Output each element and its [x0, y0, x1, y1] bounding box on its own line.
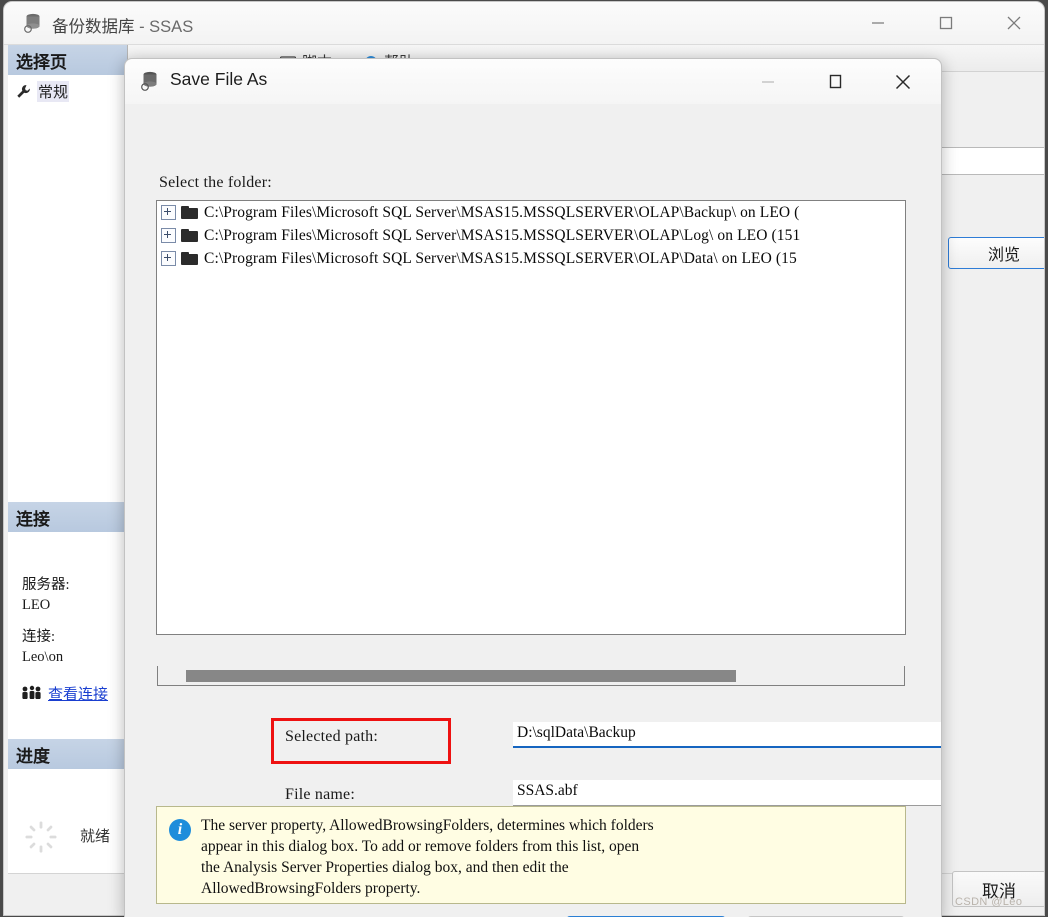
folder-icon [181, 229, 198, 242]
progress-status-text: 就绪 [80, 829, 111, 845]
info-icon: i [169, 819, 191, 841]
sidebar-server-value: LEO [22, 597, 51, 613]
dialog-body: Select the folder: C:\Program Files\Micr… [125, 104, 941, 917]
screen: 备份数据库 - SSAS 脚本 ? 帮助 浏览 [0, 0, 1048, 917]
view-connection-link[interactable]: 查看连接 [48, 683, 108, 704]
sidebar-connection-header: 连接 [8, 502, 127, 532]
info-message-box: i The server property, AllowedBrowsingFo… [156, 806, 906, 904]
tree-item-label: C:\Program Files\Microsoft SQL Server\MS… [204, 203, 800, 221]
dialog-titlebar: Save File As [125, 59, 941, 104]
sidebar-select-page-header: 选择页 [8, 45, 127, 75]
browse-button[interactable]: 浏览 [948, 237, 1044, 269]
expand-plus-icon[interactable] [161, 228, 176, 243]
expand-plus-icon[interactable] [161, 251, 176, 266]
tree-row[interactable]: C:\Program Files\Microsoft SQL Server\MS… [157, 247, 905, 270]
background-title-sub: SSAS [149, 18, 194, 36]
wrench-icon [16, 84, 31, 99]
select-folder-label: Select the folder: [159, 174, 272, 191]
sidebar-connection-label: 连接: [22, 629, 56, 645]
background-window-title: 备份数据库 - SSAS [52, 13, 193, 37]
background-title-separator: - [134, 18, 150, 36]
expand-plus-icon[interactable] [161, 205, 176, 220]
sidebar-progress-header: 进度 [8, 739, 127, 769]
dialog-title: Save File As [170, 69, 268, 89]
background-close-button[interactable] [984, 2, 1044, 44]
sidebar-connection-value: Leo\on [22, 649, 64, 665]
background-window-titlebar: 备份数据库 - SSAS [4, 2, 1044, 45]
save-file-as-dialog: Save File As Select the folder: C:\Progr… [124, 58, 942, 917]
tree-row[interactable]: C:\Program Files\Microsoft SQL Server\MS… [157, 224, 905, 247]
info-message-text: The server property, AllowedBrowsingFold… [201, 817, 654, 897]
horizontal-scrollbar[interactable] [157, 666, 905, 686]
tree-row[interactable]: C:\Program Files\Microsoft SQL Server\MS… [157, 201, 905, 224]
file-name-input[interactable]: SSAS.abf [513, 780, 941, 806]
database-icon [22, 12, 44, 34]
folder-tree-list[interactable]: C:\Program Files\Microsoft SQL Server\MS… [156, 200, 906, 635]
scrollbar-thumb[interactable] [186, 670, 736, 682]
sidebar-server-label: 服务器: [22, 577, 70, 593]
dialog-maximize-button[interactable] [807, 59, 863, 104]
background-text-field[interactable] [928, 147, 1044, 175]
sidebar-item-general-label: 常规 [37, 81, 70, 102]
watermark: CSDN @Leo [955, 896, 1023, 908]
background-maximize-button[interactable] [916, 2, 976, 44]
dialog-minimize-button[interactable] [740, 59, 796, 104]
tree-item-label: C:\Program Files\Microsoft SQL Server\MS… [204, 226, 801, 244]
selected-path-input[interactable]: D:\sqlData\Backup [513, 722, 941, 748]
database-icon [139, 70, 161, 92]
sidebar-item-general[interactable]: 常规 [16, 81, 70, 102]
background-title-main: 备份数据库 [52, 18, 135, 36]
file-name-label: File name: [285, 786, 355, 803]
folder-icon [181, 206, 198, 219]
people-icon [20, 685, 42, 701]
folder-icon [181, 252, 198, 265]
background-minimize-button[interactable] [848, 2, 908, 44]
dialog-close-button[interactable] [875, 59, 931, 104]
progress-spinner-icon [24, 820, 58, 854]
annotation-highlight-box [271, 718, 451, 764]
tree-item-label: C:\Program Files\Microsoft SQL Server\MS… [204, 249, 797, 267]
background-sidebar: 选择页 常规 连接 服务器: LEO 连接: Leo\on 查看连接 进度 就绪 [8, 45, 128, 873]
